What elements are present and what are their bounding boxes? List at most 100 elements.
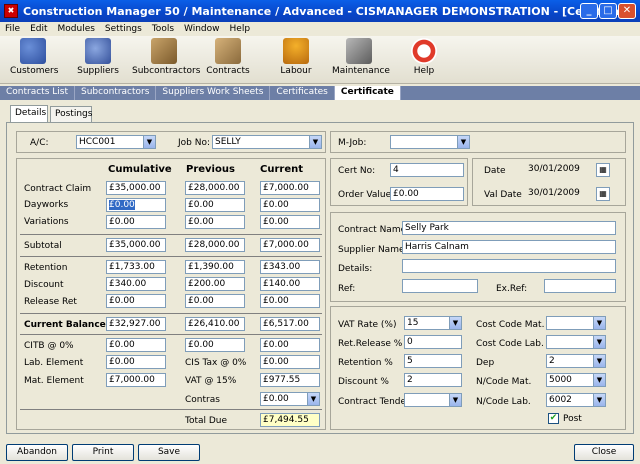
val-date-field[interactable]: 30/01/2009: [526, 187, 592, 201]
toolbar-labour[interactable]: Labour: [276, 38, 316, 76]
dayworks-prev[interactable]: £0.00: [185, 198, 245, 212]
discount-cum[interactable]: £340.00: [106, 277, 166, 291]
citb-prev[interactable]: £0.00: [185, 338, 245, 352]
ncode-mat-select[interactable]: 5000 ▼: [546, 373, 606, 387]
chevron-down-icon[interactable]: ▼: [309, 136, 321, 148]
menu-modules[interactable]: Modules: [53, 24, 100, 34]
print-button[interactable]: Print: [72, 444, 134, 461]
toolbar-suppliers[interactable]: Suppliers: [76, 38, 120, 76]
contract-claim-prev[interactable]: £28,000.00: [185, 181, 245, 195]
contract-tender-select[interactable]: ▼: [404, 393, 462, 407]
cost-code-mat-select[interactable]: ▼: [546, 316, 606, 330]
menu-settings[interactable]: Settings: [100, 24, 147, 34]
retention-pct-field[interactable]: 5: [404, 354, 462, 368]
vat-value[interactable]: £977.55: [260, 373, 320, 387]
menu-help[interactable]: Help: [225, 24, 256, 34]
menu-file[interactable]: File: [0, 24, 25, 34]
citb-cur[interactable]: £0.00: [260, 338, 320, 352]
post-checkbox[interactable]: ✔: [548, 413, 559, 424]
citb-cum[interactable]: £0.00: [106, 338, 166, 352]
vat-rate-select[interactable]: 15 ▼: [404, 316, 462, 330]
release-ret-prev[interactable]: £0.00: [185, 294, 245, 308]
minimize-button[interactable]: _: [580, 3, 598, 19]
chevron-down-icon[interactable]: ▼: [143, 136, 155, 148]
ac-select[interactable]: HCC001 ▼: [76, 135, 156, 149]
chevron-down-icon[interactable]: ▼: [449, 394, 461, 406]
chevron-down-icon[interactable]: ▼: [457, 136, 469, 148]
contract-claim-cum[interactable]: £35,000.00: [106, 181, 166, 195]
calendar-icon[interactable]: ▦: [596, 163, 610, 177]
release-ret-cur[interactable]: £0.00: [260, 294, 320, 308]
close-window-button[interactable]: ✕: [618, 3, 636, 19]
tab-contracts-list[interactable]: Contracts List: [0, 86, 75, 100]
menu-window[interactable]: Window: [179, 24, 225, 34]
discount-prev[interactable]: £200.00: [185, 277, 245, 291]
dep-select[interactable]: 2 ▼: [546, 354, 606, 368]
retention-prev[interactable]: £1,390.00: [185, 260, 245, 274]
chevron-down-icon[interactable]: ▼: [593, 374, 605, 386]
retention-cum[interactable]: £1,733.00: [106, 260, 166, 274]
mjob-select[interactable]: ▼: [390, 135, 470, 149]
toolbar-subcontractors[interactable]: Subcontractors: [132, 38, 200, 76]
contract-claim-cur[interactable]: £7,000.00: [260, 181, 320, 195]
chevron-down-icon[interactable]: ▼: [593, 317, 605, 329]
chevron-down-icon[interactable]: ▼: [593, 394, 605, 406]
release-ret-cum[interactable]: £0.00: [106, 294, 166, 308]
ncode-lab-select[interactable]: 6002 ▼: [546, 393, 606, 407]
variations-cum[interactable]: £0.00: [106, 215, 166, 229]
toolbar-help[interactable]: Help: [406, 38, 442, 76]
cert-no-field[interactable]: 4: [390, 163, 464, 177]
tab-certificates[interactable]: Certificates: [270, 86, 335, 100]
contras-select[interactable]: £0.00 ▼: [260, 392, 320, 406]
abandon-button[interactable]: Abandon: [6, 444, 68, 461]
document-tabs: Contracts List Subcontractors Suppliers …: [0, 86, 640, 100]
ref-field[interactable]: [402, 279, 478, 293]
tab-subcontractors[interactable]: Subcontractors: [75, 86, 157, 100]
variations-cur[interactable]: £0.00: [260, 215, 320, 229]
save-button[interactable]: Save: [138, 444, 200, 461]
retention-cur[interactable]: £343.00: [260, 260, 320, 274]
tab-details[interactable]: Details: [10, 105, 48, 123]
details-field[interactable]: [402, 259, 616, 273]
close-button[interactable]: Close: [574, 444, 634, 461]
tab-suppliers-work-sheets[interactable]: Suppliers Work Sheets: [156, 86, 271, 100]
cost-code-lab-select[interactable]: ▼: [546, 335, 606, 349]
ret-release-field[interactable]: 0: [404, 335, 462, 349]
mat-element-cum[interactable]: £7,000.00: [106, 373, 166, 387]
tab-postings[interactable]: Postings: [50, 106, 92, 122]
date-field[interactable]: 30/01/2009: [526, 163, 592, 177]
variations-prev[interactable]: £0.00: [185, 215, 245, 229]
dayworks-cur[interactable]: £0.00: [260, 198, 320, 212]
discount-pct-field[interactable]: 2: [404, 373, 462, 387]
toolbar-labour-label: Labour: [280, 66, 312, 76]
tab-certificate[interactable]: Certificate: [334, 86, 401, 100]
current-balance-cur[interactable]: £6,517.00: [260, 317, 320, 331]
chevron-down-icon[interactable]: ▼: [593, 355, 605, 367]
lab-element-cum[interactable]: £0.00: [106, 355, 166, 369]
current-balance-prev[interactable]: £26,410.00: [185, 317, 245, 331]
subtotal-prev[interactable]: £28,000.00: [185, 238, 245, 252]
chevron-down-icon[interactable]: ▼: [593, 336, 605, 348]
menu-tools[interactable]: Tools: [147, 24, 179, 34]
subtotal-cum[interactable]: £35,000.00: [106, 238, 166, 252]
details-label: Details:: [338, 264, 373, 274]
maximize-button[interactable]: □: [599, 3, 617, 19]
toolbar-contracts[interactable]: Contracts: [206, 38, 250, 76]
menu-edit[interactable]: Edit: [25, 24, 52, 34]
exref-field[interactable]: [544, 279, 616, 293]
supplier-name-field[interactable]: Harris Calnam: [402, 240, 616, 254]
chevron-down-icon[interactable]: ▼: [307, 393, 319, 405]
dayworks-cum[interactable]: £0.00: [106, 198, 166, 212]
job-select[interactable]: SELLY ▼: [212, 135, 322, 149]
discount-cur[interactable]: £140.00: [260, 277, 320, 291]
order-value-field[interactable]: £0.00: [390, 187, 464, 201]
cis-tax-value[interactable]: £0.00: [260, 355, 320, 369]
ncode-lab-value: 6002: [549, 395, 572, 405]
toolbar-customers[interactable]: Customers: [10, 38, 58, 76]
chevron-down-icon[interactable]: ▼: [449, 317, 461, 329]
subtotal-cur[interactable]: £7,000.00: [260, 238, 320, 252]
contract-name-field[interactable]: Selly Park: [402, 221, 616, 235]
toolbar-maintenance[interactable]: Maintenance: [332, 38, 390, 76]
current-balance-cum[interactable]: £32,927.00: [106, 317, 166, 331]
calendar-icon[interactable]: ▦: [596, 187, 610, 201]
